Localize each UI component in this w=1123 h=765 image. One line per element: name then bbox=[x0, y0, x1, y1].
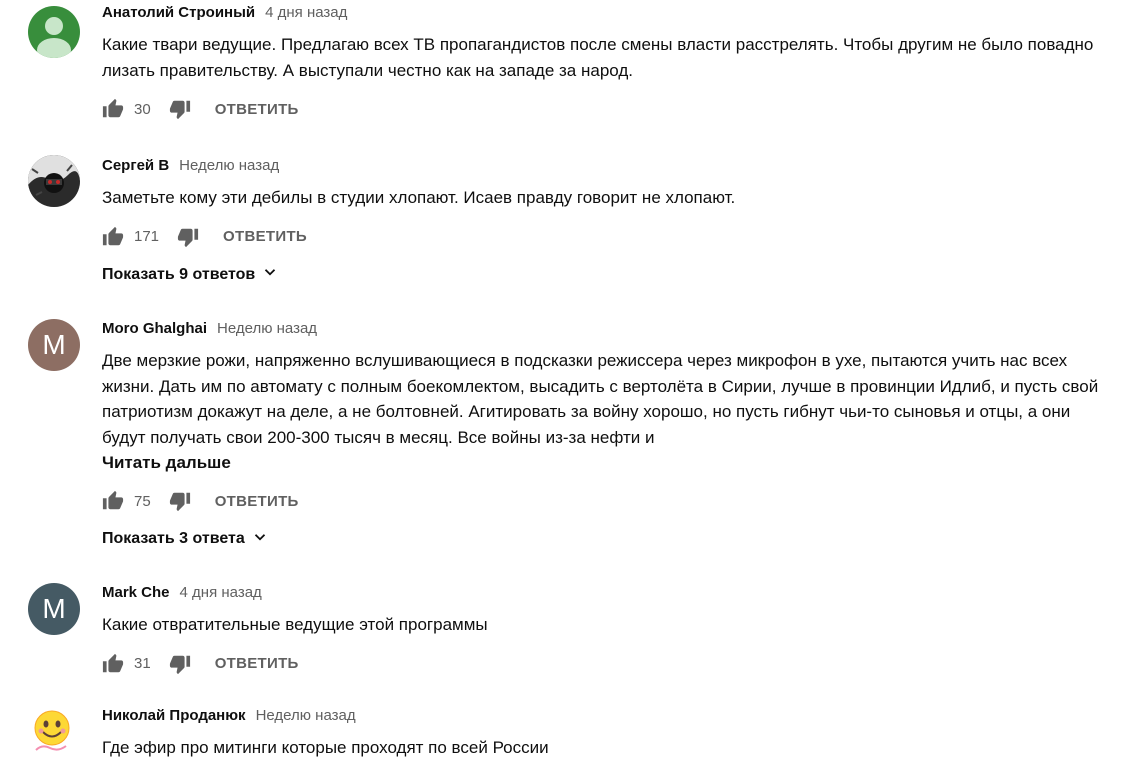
comment-header: Moro Ghalghai Неделю назад bbox=[102, 320, 1118, 340]
like-count: 30 bbox=[134, 100, 151, 118]
thumb-up-icon[interactable] bbox=[102, 98, 124, 120]
comment-timestamp[interactable]: 4 дня назад bbox=[265, 4, 347, 21]
avatar[interactable] bbox=[28, 6, 80, 58]
comment-header: Анатолий Строиный 4 дня назад bbox=[102, 4, 1118, 24]
thumb-down-icon[interactable] bbox=[169, 98, 191, 120]
comment-header: Николай Проданюк Неделю назад bbox=[102, 707, 1118, 727]
comment-actions: 75 ОТВЕТИТЬ bbox=[102, 489, 1118, 513]
avatar[interactable]: M bbox=[28, 319, 80, 371]
comment-body: Mark Che 4 дня назад Какие отвратительны… bbox=[102, 584, 1118, 676]
reply-button[interactable]: ОТВЕТИТЬ bbox=[223, 228, 307, 245]
chevron-down-icon bbox=[251, 528, 269, 551]
show-replies-label: Показать 3 ответа bbox=[102, 530, 245, 547]
avatar[interactable] bbox=[28, 706, 80, 758]
comment-actions: 171 ОТВЕТИТЬ bbox=[102, 225, 1118, 249]
like-count: 171 bbox=[134, 228, 160, 245]
comment-body: Moro Ghalghai Неделю назад Две мерзкие р… bbox=[102, 320, 1118, 551]
thumb-down-icon[interactable] bbox=[169, 653, 191, 675]
reply-button[interactable]: ОТВЕТИТЬ bbox=[215, 493, 299, 510]
comment-text: Какие твари ведущие. Предлагаю всех ТВ п… bbox=[102, 35, 1094, 80]
read-more-link[interactable]: Читать дальше bbox=[102, 450, 1118, 475]
avatar[interactable] bbox=[28, 155, 80, 207]
comment-body: Анатолий Строиный 4 дня назад Какие твар… bbox=[102, 4, 1118, 121]
like-count: 31 bbox=[134, 655, 151, 672]
thumb-down-icon[interactable] bbox=[169, 490, 191, 512]
comment-body: Сергей В Неделю назад Заметьте кому эти … bbox=[102, 157, 1118, 287]
comment-timestamp[interactable]: Неделю назад bbox=[256, 707, 356, 724]
comment-timestamp[interactable]: 4 дня назад bbox=[180, 584, 262, 601]
author-name[interactable]: Сергей В bbox=[102, 157, 169, 174]
comment-header: Сергей В Неделю назад bbox=[102, 157, 1118, 177]
show-replies-button[interactable]: Показать 9 ответов bbox=[102, 263, 279, 287]
comment-text: Где эфир про митинги которые проходят по… bbox=[102, 738, 549, 757]
avatar-letter: M bbox=[42, 593, 66, 624]
thumb-down-icon[interactable] bbox=[177, 226, 199, 248]
reply-button[interactable]: ОТВЕТИТЬ bbox=[215, 655, 299, 672]
comment-text: Две мерзкие рожи, напряженно вслушивающи… bbox=[102, 351, 1099, 447]
chevron-down-icon bbox=[261, 263, 279, 286]
comment-timestamp[interactable]: Неделю назад bbox=[217, 320, 317, 337]
thumb-up-icon[interactable] bbox=[102, 490, 124, 512]
comment-header: Mark Che 4 дня назад bbox=[102, 584, 1118, 604]
avatar-image bbox=[28, 155, 80, 207]
comment-actions: 30 ОТВЕТИТЬ bbox=[102, 97, 1118, 121]
comment-body: Николай Проданюк Неделю назад Где эфир п… bbox=[102, 707, 1118, 761]
like-count: 75 bbox=[134, 492, 151, 510]
author-name[interactable]: Moro Ghalghai bbox=[102, 320, 207, 337]
thumb-up-icon[interactable] bbox=[102, 653, 124, 675]
reply-button[interactable]: ОТВЕТИТЬ bbox=[215, 101, 299, 118]
thumb-up-icon[interactable] bbox=[102, 226, 124, 248]
show-replies-label: Показать 9 ответов bbox=[102, 265, 256, 283]
avatar[interactable]: M bbox=[28, 583, 80, 635]
author-name[interactable]: Николай Проданюк bbox=[102, 707, 246, 724]
smiley-icon bbox=[34, 710, 70, 751]
comment-text: Заметьте кому эти дебилы в студии хлопаю… bbox=[102, 188, 736, 207]
person-silhouette-icon bbox=[37, 17, 71, 58]
author-name[interactable]: Mark Che bbox=[102, 584, 170, 601]
comment-text: Какие отвратительные ведущие этой програ… bbox=[102, 615, 488, 634]
show-replies-button[interactable]: Показать 3 ответа bbox=[102, 527, 269, 551]
comment-actions: 31 ОТВЕТИТЬ bbox=[102, 652, 1118, 676]
comment-timestamp[interactable]: Неделю назад bbox=[179, 157, 279, 174]
author-name[interactable]: Анатолий Строиный bbox=[102, 4, 255, 21]
avatar-letter: M bbox=[42, 329, 66, 360]
